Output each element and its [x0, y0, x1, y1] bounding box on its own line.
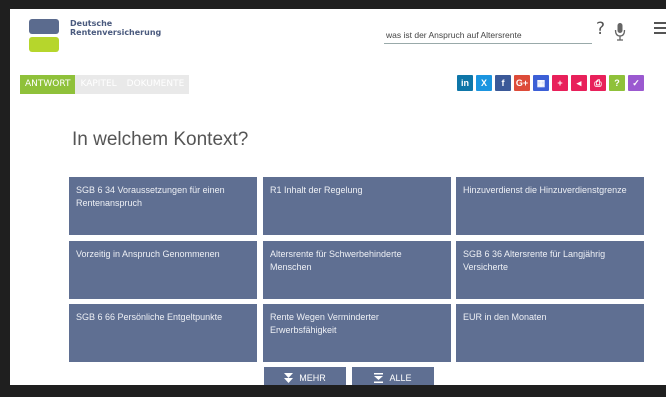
- tab-bar: ANTWORT KAPITEL DOKUMENTE: [20, 75, 190, 94]
- tab-antwort[interactable]: ANTWORT: [20, 75, 76, 94]
- context-card[interactable]: EUR in den Monaten: [456, 304, 644, 362]
- context-card[interactable]: SGB 6 36 Altersrente für Langjährig Vers…: [456, 241, 644, 299]
- context-card[interactable]: Rente Wegen Verminderter Erwerbsfähigkei…: [263, 304, 451, 362]
- hamburger-menu-icon[interactable]: [654, 22, 666, 36]
- app-window: Deutsche Rentenversicherung ? ANTWORT KA…: [10, 9, 666, 385]
- page-title: In welchem Kontext?: [72, 129, 249, 150]
- microphone-icon[interactable]: [614, 22, 626, 42]
- search-bar: [384, 23, 592, 44]
- question-icon[interactable]: ?: [609, 75, 625, 91]
- mehr-button[interactable]: MEHR: [264, 367, 346, 385]
- context-card[interactable]: R1 Inhalt der Regelung: [263, 177, 451, 235]
- logo-green-block: [29, 37, 59, 52]
- back-share-icon[interactable]: ◂: [571, 75, 587, 91]
- tab-dokumente[interactable]: DOKUMENTE: [121, 75, 190, 94]
- search-input[interactable]: [384, 26, 586, 44]
- tab-kapitel[interactable]: KAPITEL: [75, 75, 122, 94]
- google-plus-icon[interactable]: G+: [514, 75, 530, 91]
- facebook-icon[interactable]: f: [495, 75, 511, 91]
- context-card[interactable]: SGB 6 34 Voraussetzungen für einen Rente…: [69, 177, 257, 235]
- linkedin-icon[interactable]: in: [457, 75, 473, 91]
- add-share-icon[interactable]: +: [552, 75, 568, 91]
- brand-line-2: Rentenversicherung: [70, 28, 162, 37]
- header: Deutsche Rentenversicherung ?: [10, 9, 666, 69]
- print-icon[interactable]: ⎙: [590, 75, 606, 91]
- xing-icon[interactable]: X: [476, 75, 492, 91]
- expand-all-icon: [374, 373, 384, 383]
- share-bar: in Xf G+ ▦ + ◂ ⎙? ✓: [457, 75, 644, 91]
- brand-name: Deutsche Rentenversicherung: [70, 19, 161, 37]
- help-icon[interactable]: ?: [596, 19, 605, 39]
- context-card[interactable]: SGB 6 66 Persönliche Entgeltpunkte: [69, 304, 257, 362]
- context-card[interactable]: Altersrente für Schwerbehinderte Mensche…: [263, 241, 451, 299]
- mehr-label: MEHR: [299, 373, 326, 383]
- grid-share-icon[interactable]: ▦: [533, 75, 549, 91]
- drv-logo[interactable]: [29, 19, 59, 53]
- brand-line-1: Deutsche: [70, 19, 113, 28]
- alle-label: ALLE: [389, 373, 412, 383]
- logo-blue-block: [29, 19, 59, 34]
- context-card[interactable]: Hinzuverdienst die Hinzuverdienstgrenze: [456, 177, 644, 235]
- alle-button[interactable]: ALLE: [352, 367, 434, 385]
- context-card[interactable]: Vorzeitig in Anspruch Genommenen: [69, 241, 257, 299]
- double-chevron-down-icon: [284, 373, 294, 383]
- check-icon[interactable]: ✓: [628, 75, 644, 91]
